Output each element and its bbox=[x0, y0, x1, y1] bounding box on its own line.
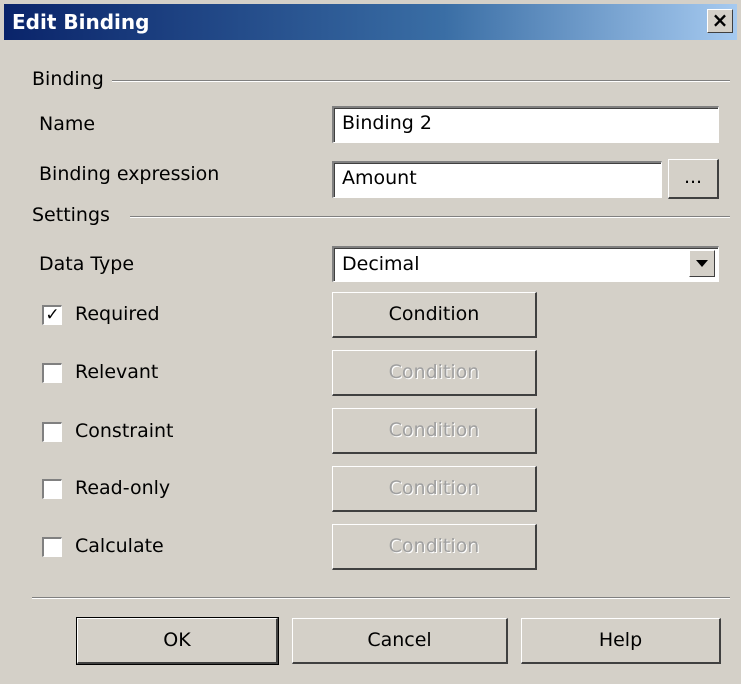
close-button[interactable]: × bbox=[707, 9, 733, 33]
read-only-condition-button[interactable]: Condition bbox=[332, 466, 537, 512]
cancel-button[interactable]: Cancel bbox=[292, 618, 508, 664]
constraint-condition-button[interactable]: Condition bbox=[332, 408, 537, 454]
calculate-label: Calculate bbox=[75, 535, 164, 557]
settings-group-line bbox=[130, 216, 730, 218]
window-title: Edit Binding bbox=[12, 10, 150, 34]
check-icon: ✓ bbox=[45, 305, 60, 325]
binding-group-label: Binding bbox=[32, 68, 104, 90]
binding-expression-input[interactable]: Amount bbox=[332, 161, 662, 198]
read-only-label: Read-only bbox=[75, 477, 171, 499]
read-only-checkbox[interactable] bbox=[42, 479, 62, 499]
data-type-label: Data Type bbox=[39, 253, 135, 275]
data-type-select[interactable]: Decimal bbox=[332, 246, 719, 282]
constraint-checkbox[interactable] bbox=[42, 422, 62, 442]
relevant-condition-button[interactable]: Condition bbox=[332, 350, 537, 396]
required-checkbox[interactable]: ✓ bbox=[42, 305, 62, 325]
footer-separator bbox=[32, 597, 730, 599]
calculate-condition-button[interactable]: Condition bbox=[332, 524, 537, 570]
name-input[interactable]: Binding 2 bbox=[332, 106, 719, 143]
required-label: Required bbox=[75, 303, 160, 325]
binding-expression-label: Binding expression bbox=[39, 163, 220, 185]
title-bar: Edit Binding × bbox=[4, 4, 737, 40]
name-label: Name bbox=[39, 113, 96, 135]
constraint-label: Constraint bbox=[75, 420, 174, 442]
settings-group-label: Settings bbox=[32, 204, 110, 226]
relevant-checkbox[interactable] bbox=[42, 363, 62, 383]
ok-button[interactable]: OK bbox=[76, 617, 279, 665]
help-button[interactable]: Help bbox=[521, 618, 721, 664]
chevron-down-icon[interactable] bbox=[689, 250, 715, 277]
relevant-label: Relevant bbox=[75, 361, 159, 383]
calculate-checkbox[interactable] bbox=[42, 537, 62, 557]
browse-expression-button[interactable]: ... bbox=[668, 159, 719, 199]
binding-group-line bbox=[112, 80, 730, 82]
required-condition-button[interactable]: Condition bbox=[332, 292, 537, 338]
data-type-value: Decimal bbox=[342, 253, 420, 275]
